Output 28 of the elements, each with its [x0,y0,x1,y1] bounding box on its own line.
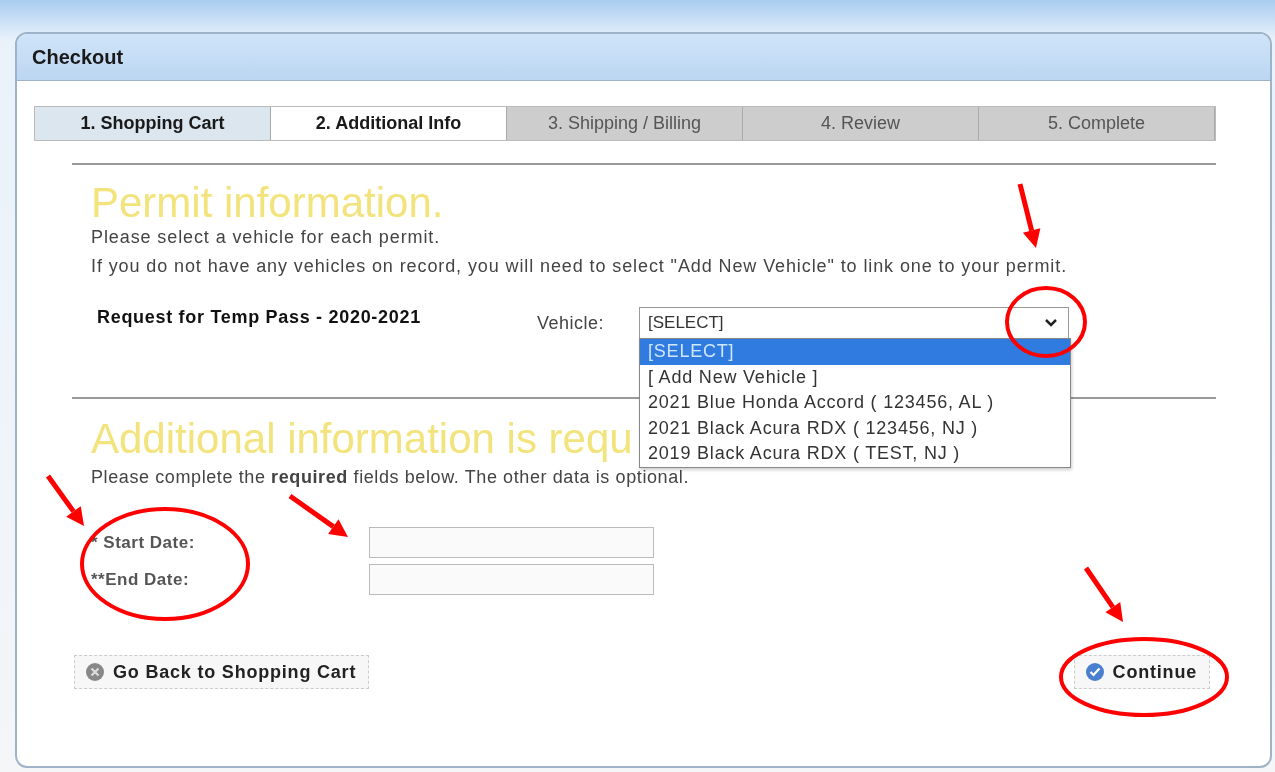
dropdown-option[interactable]: 2021 Black Acura RDX ( 123456, NJ ) [640,415,1070,441]
section-heading: Permit information. [91,183,444,223]
annotation-arrow [288,493,348,537]
field-label: Vehicle: [537,312,606,334]
dropdown-option[interactable]: 2019 Black Acura RDX ( TEST, NJ ) [640,441,1070,467]
step-tab[interactable]: 3. Shipping / Billing [507,107,743,140]
dropdown-option[interactable]: 2021 Blue Honda Accord ( 123456, AL ) [640,390,1070,416]
annotation-arrow [1083,566,1123,622]
continue-button[interactable]: Continue [1073,655,1210,689]
close-icon [85,662,105,682]
permit-name: Request for Temp Pass - 2020-2021 [96,307,422,328]
check-icon [1084,662,1105,682]
back-button[interactable]: Go Back to Shopping Cart [74,655,370,689]
annotation-arrow [45,474,84,526]
field-label: **End Date: [91,569,190,590]
step-tab[interactable]: 5. Complete [979,107,1215,140]
date-input[interactable] [369,527,654,558]
step-tab[interactable]: 4. Review [743,107,979,140]
vehicle-select[interactable]: [SELECT] [639,307,1069,339]
date-input[interactable] [369,564,654,595]
instruction-text: If you do not have any vehicles on record, you will need to select "Add New Vehicle" to link one to your permit. [91,255,1068,278]
instruction-text: Please select a vehicle for each permit. [91,226,441,249]
dropdown-option[interactable]: [ Add New Vehicle ] [640,364,1070,390]
chevron-down-icon [1044,318,1058,328]
step-tab[interactable]: 1. Shopping Cart [35,107,271,140]
annotation-arrow [1017,183,1041,248]
window-title: Checkout [32,45,124,69]
instruction-text: Please complete the required fields below. The other data is optional. [91,466,689,489]
